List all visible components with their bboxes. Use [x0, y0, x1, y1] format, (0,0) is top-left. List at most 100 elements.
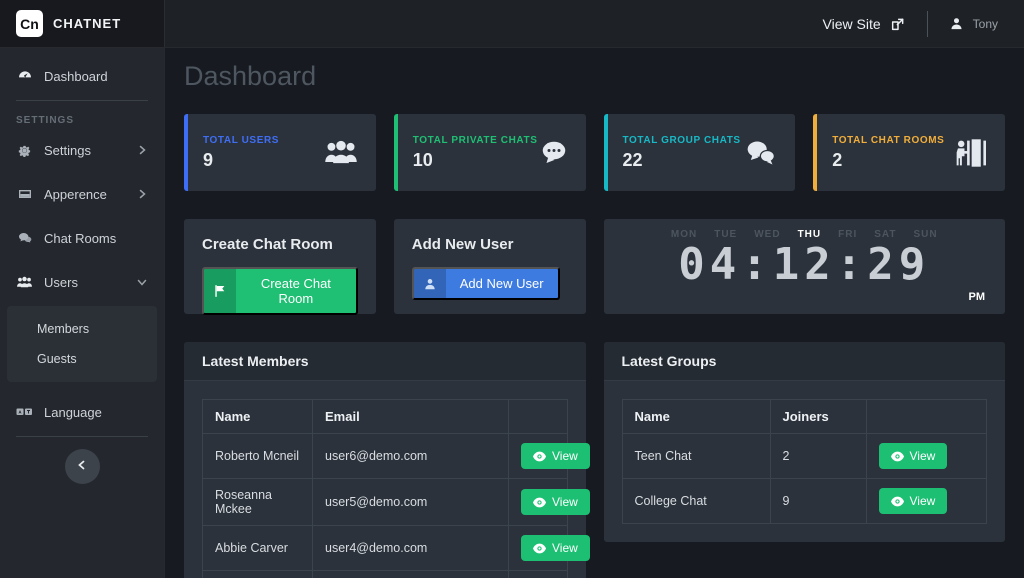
table-row: Roseanna Mckee user5@demo.com View — [203, 479, 568, 526]
table-row: Roberto Mcneil user6@demo.com View — [203, 434, 568, 479]
sidebar-item-apperence[interactable]: Apperence — [0, 172, 164, 216]
view-site-label: View Site — [823, 16, 881, 32]
column-header: Name — [622, 400, 770, 434]
latest-groups-card: Latest Groups Name Joiners Teen Chat 2 V… — [604, 342, 1006, 542]
latest-members-card: Latest Members Name Email Roberto Mcneil… — [184, 342, 586, 578]
sidebar-item-guests[interactable]: Guests — [7, 344, 157, 374]
group-joiners: 2 — [770, 434, 866, 479]
button-label: Create Chat Room — [236, 269, 356, 313]
member-email: user5@demo.com — [313, 479, 509, 526]
member-name: Roseanna Mckee — [203, 479, 313, 526]
add-new-user-button[interactable]: Add New User — [412, 267, 560, 300]
card-title: Latest Groups — [604, 342, 1006, 381]
stat-label: TOTAL GROUP CHATS — [623, 135, 741, 146]
latest-members-table: Name Email Roberto Mcneil user6@demo.com… — [202, 399, 568, 578]
comment-dots-icon — [539, 139, 569, 167]
chevron-right-icon — [136, 188, 148, 200]
external-link-icon — [890, 16, 907, 32]
stat-label: TOTAL USERS — [203, 135, 279, 146]
users-icon — [16, 275, 33, 290]
stat-value: 2 — [832, 150, 944, 171]
sidebar-item-users[interactable]: Users — [0, 260, 164, 304]
main-content: Dashboard TOTAL USERS 9 TOTAL PRIVATE CH… — [166, 48, 1024, 578]
member-email: user3@demo.com — [313, 571, 509, 578]
sidebar-item-language[interactable]: Language — [0, 390, 164, 434]
member-name: Abbie Carver — [203, 526, 313, 571]
door-enter-icon — [954, 138, 988, 168]
chevron-down-icon — [136, 276, 148, 288]
group-name: College Chat — [622, 479, 770, 524]
dashboard-icon — [16, 68, 33, 84]
sidebar-item-label: Settings — [44, 143, 91, 158]
user-icon — [948, 16, 965, 31]
card-title: Create Chat Room — [202, 236, 358, 253]
chat-bubbles-icon — [16, 230, 33, 246]
sidebar-item-chat-rooms[interactable]: Chat Rooms — [0, 216, 164, 260]
member-email: user4@demo.com — [313, 526, 509, 571]
table-row: Abbie Carver user4@demo.com View — [203, 526, 568, 571]
column-header — [509, 400, 568, 434]
table-row: College Chat 9 View — [622, 479, 987, 524]
column-header: Joiners — [770, 400, 866, 434]
create-chat-room-button[interactable]: Create Chat Room — [202, 267, 358, 315]
app-logo[interactable]: Cn CHATNET — [0, 0, 165, 47]
topbar: Cn CHATNET View Site Tony — [0, 0, 1024, 48]
column-header — [866, 400, 987, 434]
sidebar-item-label: Users — [44, 275, 78, 290]
users-group-icon — [323, 139, 359, 167]
clock-time: 04:12:29 — [604, 242, 1006, 288]
divider — [16, 436, 148, 437]
user-menu[interactable]: Tony — [948, 16, 998, 31]
group-joiners: 9 — [770, 479, 866, 524]
table-row: Rian Whitney user3@demo.com View — [203, 571, 568, 578]
sidebar-item-label: Language — [44, 405, 102, 420]
stat-label: TOTAL CHAT ROOMS — [832, 135, 944, 146]
user-add-icon — [414, 269, 446, 298]
member-name: Roberto Mcneil — [203, 434, 313, 479]
stat-card-private-chats: TOTAL PRIVATE CHATS 10 — [394, 114, 586, 191]
table-row: Teen Chat 2 View — [622, 434, 987, 479]
view-group-button[interactable]: View — [879, 488, 948, 514]
sidebar-item-dashboard[interactable]: Dashboard — [0, 54, 164, 98]
clock-widget: MON TUE WED THU FRI SAT SUN 04:12:29 PM — [604, 219, 1006, 314]
sidebar-item-label: Apperence — [44, 187, 107, 202]
sidebar: Dashboard SETTINGS Settings Apperence — [0, 48, 165, 578]
stat-card-group-chats: TOTAL GROUP CHATS 22 — [604, 114, 796, 191]
create-chat-room-card: Create Chat Room Create Chat Room — [184, 219, 376, 314]
view-member-button[interactable]: View — [521, 489, 590, 515]
topbar-divider — [927, 11, 928, 37]
sidebar-item-settings[interactable]: Settings — [0, 128, 164, 172]
stat-card-chat-rooms: TOTAL CHAT ROOMS 2 — [813, 114, 1005, 191]
view-group-button[interactable]: View — [879, 443, 948, 469]
stat-value: 10 — [413, 150, 538, 171]
chevron-left-icon — [76, 458, 88, 476]
users-submenu: Members Guests — [7, 306, 157, 382]
view-member-button[interactable]: View — [521, 535, 590, 561]
username: Tony — [973, 17, 998, 31]
gear-icon — [16, 143, 33, 158]
stat-card-total-users: TOTAL USERS 9 — [184, 114, 376, 191]
card-title: Add New User — [412, 236, 568, 253]
button-label: Add New User — [446, 269, 558, 298]
stat-label: TOTAL PRIVATE CHATS — [413, 135, 538, 146]
comments-icon — [744, 139, 778, 167]
brand-name: CHATNET — [53, 16, 121, 31]
sidebar-item-label: Chat Rooms — [44, 231, 116, 246]
latest-groups-table: Name Joiners Teen Chat 2 View College Ch… — [622, 399, 988, 524]
clock-meridiem: PM — [969, 291, 986, 303]
sidebar-collapse-button[interactable] — [65, 449, 100, 484]
flag-icon — [204, 269, 236, 313]
sidebar-section-label: SETTINGS — [0, 103, 164, 128]
sidebar-item-members[interactable]: Members — [7, 314, 157, 344]
page-title: Dashboard — [184, 60, 1005, 92]
divider — [16, 100, 148, 101]
card-title: Latest Members — [184, 342, 586, 381]
sidebar-item-label: Dashboard — [44, 69, 108, 84]
logo-icon: Cn — [16, 10, 43, 37]
window-icon — [16, 186, 33, 202]
view-site-link[interactable]: View Site — [823, 16, 907, 32]
chevron-right-icon — [136, 144, 148, 156]
view-member-button[interactable]: View — [521, 443, 590, 469]
member-email: user6@demo.com — [313, 434, 509, 479]
stat-value: 22 — [623, 150, 741, 171]
